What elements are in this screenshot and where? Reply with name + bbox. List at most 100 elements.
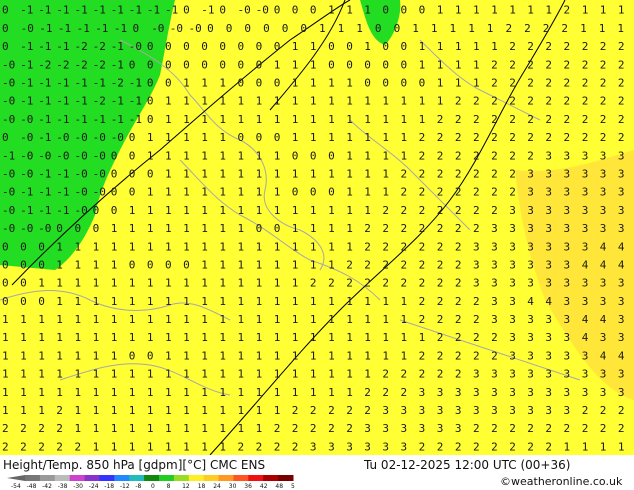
value-label: 1 bbox=[147, 313, 154, 326]
value-label: 2 bbox=[310, 404, 317, 417]
value-label: 4 bbox=[527, 295, 534, 308]
value-label: 1 bbox=[165, 204, 172, 217]
value-label: 3 bbox=[582, 277, 589, 290]
value-label: 3 bbox=[527, 277, 534, 290]
value-label: 0 bbox=[133, 22, 140, 35]
value-label: 2 bbox=[382, 204, 389, 217]
value-label: 1 bbox=[564, 440, 571, 453]
value-label: 1 bbox=[219, 440, 226, 453]
value-label: 1 bbox=[346, 386, 353, 399]
value-label: 0 bbox=[364, 76, 371, 89]
legend-swatch bbox=[173, 475, 190, 481]
value-label: 2 bbox=[437, 222, 444, 235]
value-label: 2 bbox=[491, 131, 498, 144]
value-label: 1 bbox=[292, 349, 299, 362]
value-label: 3 bbox=[582, 186, 589, 199]
value-label: 0 bbox=[394, 22, 401, 35]
value-label: 1 bbox=[219, 204, 226, 217]
value-label: 0 bbox=[274, 222, 281, 235]
value-label: 2 bbox=[473, 113, 480, 126]
value-label: 3 bbox=[527, 313, 534, 326]
value-label: 1 bbox=[38, 404, 45, 417]
value-label: 1 bbox=[147, 386, 154, 399]
value-label: 1 bbox=[328, 258, 335, 271]
value-label: 2 bbox=[509, 422, 516, 435]
value-label: 2 bbox=[382, 240, 389, 253]
value-label: 0 bbox=[300, 22, 307, 35]
value-label: -0 bbox=[93, 186, 106, 199]
value-label: 1 bbox=[328, 76, 335, 89]
value-label: 2 bbox=[545, 113, 552, 126]
value-label: 2 bbox=[527, 422, 534, 435]
value-label: 1 bbox=[338, 22, 345, 35]
value-label: 1 bbox=[201, 313, 208, 326]
value-label: 0 bbox=[129, 167, 136, 180]
value-label: 2 bbox=[328, 277, 335, 290]
value-label: 1 bbox=[2, 404, 9, 417]
legend-swatch bbox=[278, 475, 294, 481]
value-label: 3 bbox=[618, 186, 625, 199]
value-label: 1 bbox=[310, 95, 317, 108]
value-label: 2 bbox=[491, 331, 498, 344]
value-label: -1 bbox=[56, 76, 69, 89]
value-label: 1 bbox=[346, 349, 353, 362]
value-label: 3 bbox=[600, 331, 607, 344]
value-label: 1 bbox=[165, 131, 172, 144]
value-label: 2 bbox=[618, 95, 625, 108]
value-label: -1 bbox=[75, 76, 88, 89]
value-label: -0 bbox=[38, 149, 51, 162]
value-label: 0 bbox=[165, 258, 172, 271]
value-label: 0 bbox=[207, 22, 214, 35]
value-label: -0 bbox=[2, 58, 15, 71]
value-label: 2 bbox=[292, 422, 299, 435]
value-label: 1 bbox=[468, 22, 475, 35]
legend-swatch bbox=[129, 475, 145, 481]
value-label: 1 bbox=[419, 58, 426, 71]
value-label: 0 bbox=[310, 149, 317, 162]
value-label: 1 bbox=[310, 258, 317, 271]
value-label: 1 bbox=[346, 95, 353, 108]
value-label: 1 bbox=[238, 204, 245, 217]
value-label: 2 bbox=[600, 404, 607, 417]
value-label: 2 bbox=[455, 131, 462, 144]
legend-tick: -30 bbox=[73, 483, 83, 489]
value-label: 3 bbox=[618, 204, 625, 217]
value-label: -0 bbox=[21, 22, 34, 35]
value-label: 1 bbox=[346, 240, 353, 253]
value-label: 1 bbox=[93, 277, 100, 290]
value-label: 2 bbox=[527, 149, 534, 162]
value-label: 2 bbox=[491, 113, 498, 126]
value-label: 1 bbox=[319, 22, 326, 35]
value-label: 2 bbox=[238, 440, 245, 453]
value-label: 0 bbox=[382, 58, 389, 71]
value-label: -1 bbox=[111, 58, 124, 71]
value-label: 1 bbox=[201, 277, 208, 290]
value-label: 0 bbox=[310, 186, 317, 199]
value-label: 3 bbox=[310, 440, 317, 453]
value-label: 1 bbox=[183, 95, 190, 108]
value-label: 1 bbox=[147, 440, 154, 453]
value-label: 1 bbox=[545, 4, 552, 17]
value-label: 0 bbox=[310, 4, 317, 17]
value-label: 0 bbox=[238, 58, 245, 71]
value-label: 1 bbox=[147, 240, 154, 253]
value-label: -0 bbox=[2, 222, 15, 235]
value-label: 1 bbox=[328, 131, 335, 144]
value-label: 1 bbox=[38, 277, 45, 290]
value-label: 2 bbox=[382, 222, 389, 235]
value-label: 3 bbox=[582, 295, 589, 308]
value-label: -1 bbox=[20, 204, 33, 217]
value-label: 0 bbox=[401, 40, 408, 53]
value-label: 2 bbox=[509, 149, 516, 162]
value-label: 3 bbox=[564, 331, 571, 344]
value-label: 1 bbox=[310, 76, 317, 89]
value-label: 1 bbox=[111, 313, 118, 326]
value-label: 2 bbox=[419, 440, 426, 453]
value-label: 1 bbox=[455, 40, 462, 53]
value-label: 1 bbox=[491, 4, 498, 17]
value-label: 1 bbox=[93, 386, 100, 399]
value-label: 1 bbox=[56, 295, 63, 308]
value-label: 2 bbox=[20, 440, 27, 453]
value-label: 1 bbox=[129, 277, 136, 290]
value-label: 0 bbox=[111, 149, 118, 162]
